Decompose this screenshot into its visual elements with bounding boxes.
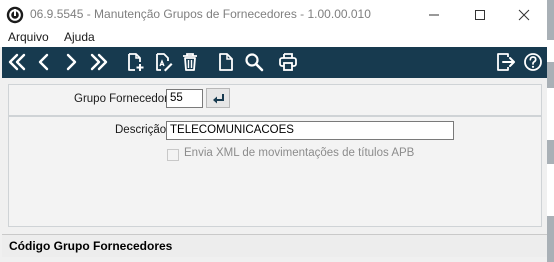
background-window-edge [547,0,554,262]
minimize-icon [429,14,439,16]
confirm-button[interactable] [206,88,230,108]
exit-button[interactable] [495,51,517,73]
new-record-icon [128,53,144,71]
search-icon [245,53,264,72]
last-record-icon [90,53,108,71]
maximize-icon [475,10,485,20]
next-record-icon [66,53,77,71]
grupo-fornecedor-input[interactable]: 55 [166,89,203,108]
print-button[interactable] [277,51,299,73]
envia-xml-label: Envia XML de movimentações de títulos AP… [184,147,415,159]
envia-xml-checkbox[interactable] [167,149,179,161]
first-record-button[interactable] [6,51,28,73]
print-icon [279,53,297,71]
last-record-button[interactable] [88,51,110,73]
descricao-input[interactable]: TELECOMUNICACOES [166,121,454,140]
previous-record-button[interactable] [33,51,55,73]
menu-ajuda[interactable]: Ajuda [64,30,95,44]
delete-button[interactable] [179,51,201,73]
edit-record-button[interactable] [152,51,174,73]
status-bar: Código Grupo Fornecedores [2,234,547,257]
search-button[interactable] [243,51,265,73]
menu-arquivo[interactable]: Arquivo [8,30,49,44]
first-record-icon [8,53,26,71]
application-window: 06.9.5545 - Manutenção Grupos de Fornece… [0,0,548,262]
previous-record-icon [38,53,49,71]
help-icon [524,53,542,71]
enter-arrow-icon [213,94,224,104]
blank-document-button[interactable] [215,51,237,73]
title-bar: 06.9.5545 - Manutenção Grupos de Fornece… [0,0,547,30]
descricao-label: Descrição: [115,124,170,136]
help-button[interactable] [522,51,544,73]
window-title: 06.9.5545 - Manutenção Grupos de Fornece… [30,7,371,21]
blank-document-icon [219,53,233,71]
close-icon [518,9,530,21]
close-button[interactable] [501,0,547,30]
toolbar [2,47,547,78]
form-area: Grupo Fornecedor: 55 Descrição: TELECOMU… [2,78,547,234]
maximize-button[interactable] [457,0,503,30]
next-record-button[interactable] [60,51,82,73]
grupo-fornecedor-label: Grupo Fornecedor: [74,93,172,105]
exit-icon [497,53,515,71]
status-text: Código Grupo Fornecedores [9,239,173,253]
edit-record-icon [156,53,173,72]
app-logo-icon [6,6,24,24]
menu-bar: Arquivo Ajuda [0,30,547,47]
delete-icon [183,53,197,71]
minimize-button[interactable] [411,0,457,30]
new-record-button[interactable] [124,51,146,73]
